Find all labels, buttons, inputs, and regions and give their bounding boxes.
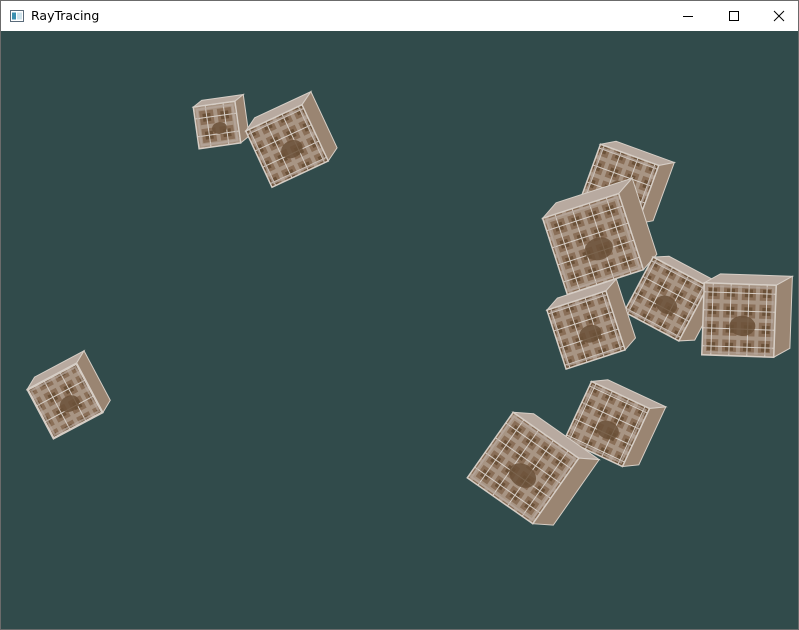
app-window: RayTracing	[0, 0, 799, 630]
minimize-icon	[683, 16, 693, 17]
textured-cube	[700, 273, 795, 359]
maximize-icon	[729, 11, 739, 21]
title-bar[interactable]: RayTracing	[1, 1, 798, 31]
window-title: RayTracing	[31, 8, 100, 23]
textured-cube	[25, 349, 111, 440]
maximize-button[interactable]	[711, 1, 757, 31]
render-viewport[interactable]	[1, 31, 798, 629]
textured-cube	[545, 277, 637, 371]
close-icon	[773, 10, 785, 22]
close-button[interactable]	[756, 1, 799, 31]
minimize-button[interactable]	[665, 1, 711, 31]
textured-cube	[191, 93, 250, 150]
window-app-icon	[10, 9, 24, 22]
textured-cube	[244, 90, 338, 189]
raytraced-scene	[25, 90, 795, 526]
